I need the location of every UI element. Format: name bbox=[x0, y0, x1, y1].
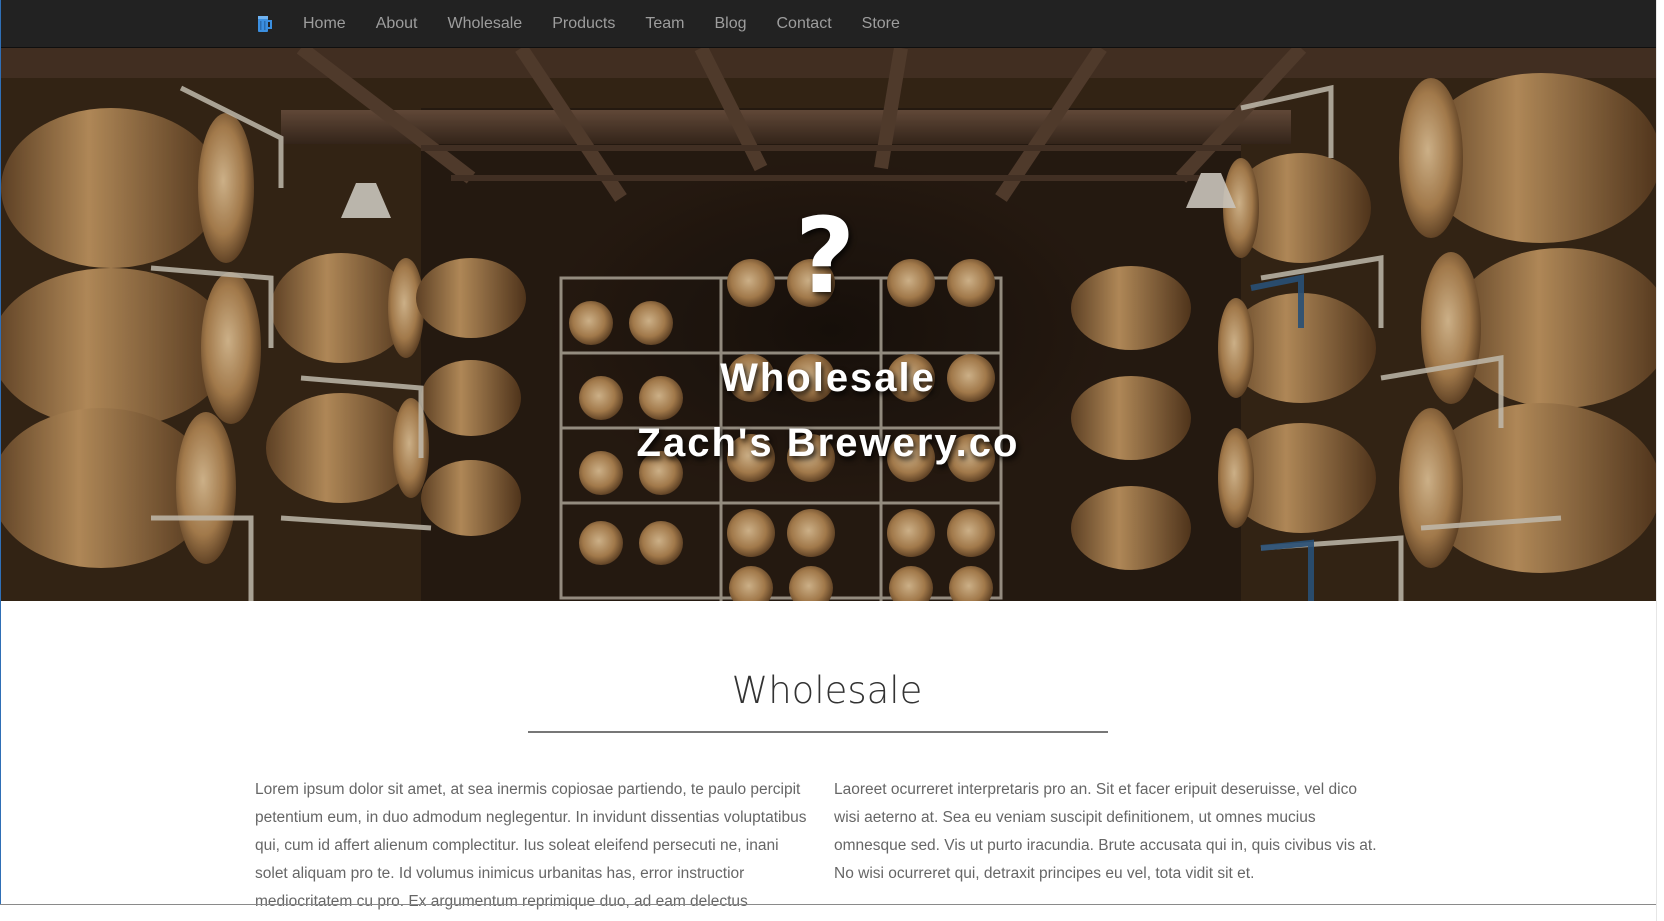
beer-mug-icon[interactable] bbox=[257, 15, 273, 33]
nav-link-about[interactable]: About bbox=[376, 15, 418, 33]
beer-mug-icon-svg bbox=[258, 16, 272, 32]
nav-link-wholesale[interactable]: Wholesale bbox=[448, 15, 523, 33]
window-bottom-border bbox=[0, 904, 1656, 905]
nav-link-store[interactable]: Store bbox=[862, 15, 900, 33]
intro-text-right: Laoreet ocurreret interpretaris pro an. … bbox=[834, 781, 1377, 882]
nav-link-team[interactable]: Team bbox=[645, 15, 684, 33]
page: Home About Wholesale Products Team Blog … bbox=[0, 0, 1664, 921]
intro-text-left: Lorem ipsum dolor sit amet, at sea inerm… bbox=[255, 781, 807, 910]
section-heading: Wholesale bbox=[731, 669, 923, 712]
nav-link-blog[interactable]: Blog bbox=[714, 15, 746, 33]
nav-link-home[interactable]: Home bbox=[303, 15, 346, 33]
hero-title: Wholesale bbox=[720, 356, 936, 400]
question-mark-icon: ? bbox=[794, 195, 856, 317]
window-right-gutter bbox=[1656, 0, 1664, 921]
nav-link-products[interactable]: Products bbox=[552, 15, 615, 33]
top-navbar: Home About Wholesale Products Team Blog … bbox=[1, 0, 1656, 48]
nav-menu: Home About Wholesale Products Team Blog … bbox=[303, 0, 930, 48]
heading-divider bbox=[528, 731, 1108, 733]
barrel-cellar-background bbox=[1, 48, 1656, 601]
nav-link-contact[interactable]: Contact bbox=[777, 15, 832, 33]
hero-subtitle: Zach's Brewery.co bbox=[636, 421, 1020, 465]
window-left-border bbox=[0, 0, 1, 905]
hero-banner: ? Wholesale Zach's Brewery.co bbox=[1, 48, 1656, 601]
